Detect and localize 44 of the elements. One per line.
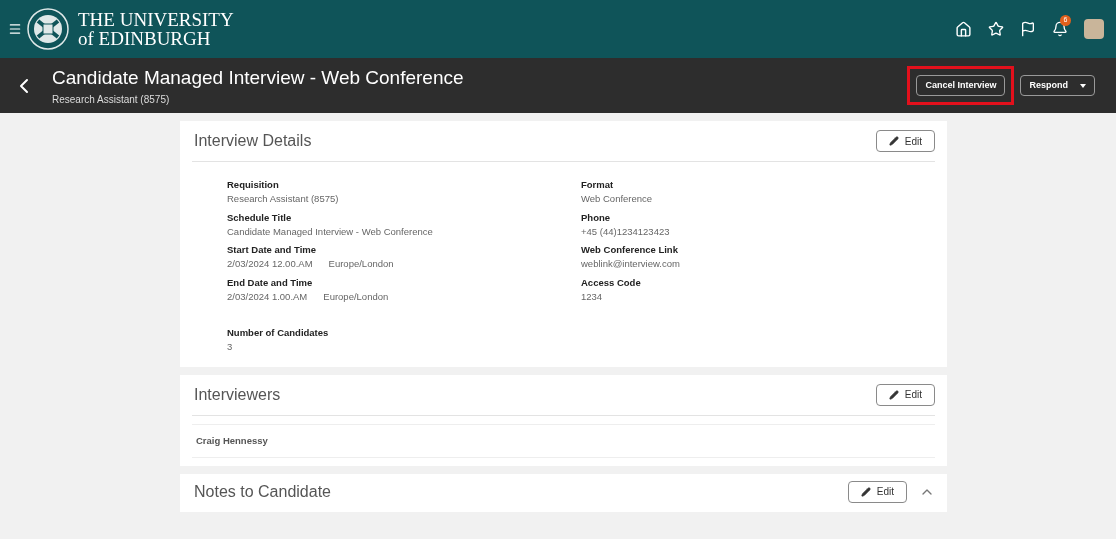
interviewer-name: Craig Hennessy: [195, 433, 269, 448]
edit-button[interactable]: Edit: [847, 480, 907, 503]
field-label: Start Date and Time: [227, 243, 318, 257]
pencil-icon: [860, 486, 871, 497]
pencil-icon: [888, 389, 899, 400]
university-name: THE UNIVERSITY: [78, 10, 234, 29]
edit-button[interactable]: Edit: [875, 130, 935, 152]
field-label: Format: [581, 178, 615, 192]
respond-menu-button[interactable]: Respond: [1020, 75, 1095, 96]
field-label: Access Code: [581, 275, 642, 290]
field-value: 2/03/2024 1.00.AM: [227, 289, 308, 304]
field-value: weblink@interview.com: [581, 257, 680, 272]
section-title: Notes to Candidate: [193, 481, 331, 502]
bell-icon[interactable]: [1052, 21, 1068, 37]
field-value: +45 (44)1234123423: [581, 224, 670, 239]
cancel-interview-button[interactable]: Cancel Interview: [916, 75, 1006, 96]
section-title: Interview Details: [193, 131, 312, 151]
section-title: Interviewers: [193, 384, 281, 405]
dropdown-caret-icon: [1080, 83, 1086, 88]
page-title: Candidate Managed Interview - Web Conference: [52, 65, 464, 90]
field-label: Web Conference Link: [581, 243, 679, 257]
field-label: End Date and Time: [227, 275, 314, 290]
page-subtitle: Research Assistant (8575): [52, 93, 171, 108]
field-value: Research Assistant (8575): [227, 192, 339, 207]
edit-button[interactable]: Edit: [875, 383, 935, 406]
university-name: of EDINBURGH: [78, 29, 212, 48]
pencil-icon: [888, 136, 899, 146]
field-value: Candidate Managed Interview - Web Conference: [227, 224, 433, 239]
field-value: 1234: [581, 289, 603, 304]
time-zone: Europe/London: [323, 289, 389, 304]
field-value: Web Conference: [581, 192, 653, 207]
field-label: Requisition: [227, 178, 280, 192]
avatar[interactable]: [1084, 19, 1104, 39]
field-value: 2/03/2024 12.00.AM: [227, 257, 313, 272]
field-label: Phone: [581, 210, 612, 225]
field-label: Number of Candidates: [227, 326, 330, 340]
star-icon[interactable]: [988, 21, 1004, 37]
time-zone: Europe/London: [328, 257, 394, 272]
field-value: 3: [227, 340, 233, 355]
menu-icon[interactable]: [8, 22, 22, 36]
field-label: Schedule Title: [227, 210, 293, 225]
home-icon[interactable]: [955, 20, 972, 38]
flag-icon[interactable]: [1020, 21, 1036, 37]
crest-logo-icon: [26, 7, 70, 51]
